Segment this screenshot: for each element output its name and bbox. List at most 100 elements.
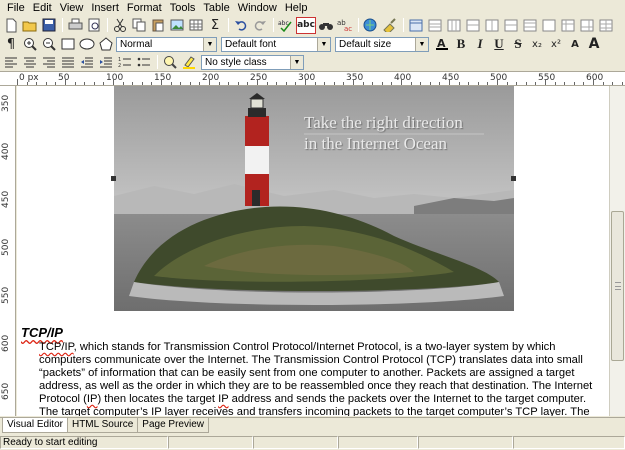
paragraph-style-select[interactable]: Normal ▼ <box>116 36 217 52</box>
ruler-tick <box>381 82 383 85</box>
ruler-tick <box>247 82 249 85</box>
ruler-tick <box>324 82 326 85</box>
menu-window[interactable]: Window <box>234 1 281 15</box>
tab-page-preview[interactable]: Page Preview <box>137 418 209 433</box>
show-paragraph-marks-icon[interactable]: ¶ <box>2 36 20 53</box>
find-replace-icon[interactable] <box>161 54 179 71</box>
find-icon[interactable] <box>317 17 335 34</box>
ruler-label: 550 <box>1 286 11 304</box>
merge-cells-icon[interactable] <box>502 17 520 34</box>
indent-icon[interactable] <box>97 54 115 71</box>
menu-help[interactable]: Help <box>281 1 312 15</box>
tab-html-source[interactable]: HTML Source <box>66 418 139 433</box>
numbered-list-icon[interactable]: 12 <box>116 54 134 71</box>
delete-column-icon[interactable] <box>483 17 501 34</box>
save-icon[interactable] <box>40 17 58 34</box>
misspelled-word[interactable]: IP <box>151 406 161 416</box>
undo-icon[interactable] <box>232 17 250 34</box>
chevron-down-icon[interactable]: ▼ <box>290 55 303 69</box>
highlight-icon[interactable] <box>180 54 198 71</box>
horizontal-ruler: 0 px 50 100 150 200 250 300 350 400 450 500 550 600… <box>0 71 625 86</box>
align-left-icon[interactable] <box>2 54 20 71</box>
scrollbar-thumb[interactable] <box>611 211 624 361</box>
menu-tools[interactable]: Tools <box>166 1 200 15</box>
style-class-select[interactable]: No style class ▼ <box>201 54 304 70</box>
decrease-font-button[interactable]: A <box>566 36 584 53</box>
spell-check-as-you-type-icon[interactable]: abc <box>296 16 316 34</box>
editor-canvas[interactable]: Take the right direction in the Internet… <box>17 86 609 416</box>
subscript-button[interactable]: x₂ <box>528 36 546 53</box>
open-folder-icon[interactable] <box>21 17 39 34</box>
misspelled-word[interactable]: TCP/IP <box>39 341 74 353</box>
ruler-tick <box>285 82 287 85</box>
increase-font-button[interactable]: A <box>585 36 603 53</box>
delete-row-icon[interactable] <box>464 17 482 34</box>
status-text: Ready to start editing <box>0 436 168 449</box>
paragraph[interactable]: TCP/IP, which stands for Transmission Co… <box>39 341 605 416</box>
spell-check-icon[interactable]: abc <box>277 17 295 34</box>
cleanup-icon[interactable] <box>381 17 399 34</box>
outdent-icon[interactable] <box>78 54 96 71</box>
insert-image-icon[interactable] <box>168 17 186 34</box>
print-icon[interactable] <box>66 17 84 34</box>
ellipse-shape-icon[interactable] <box>78 36 96 53</box>
italic-button[interactable]: I <box>471 36 489 53</box>
menu-edit[interactable]: Edit <box>29 1 56 15</box>
menu-table[interactable]: Table <box>199 1 233 15</box>
image-resize-handle-right[interactable] <box>511 176 516 181</box>
bold-button[interactable]: B <box>452 36 470 53</box>
replace-icon[interactable]: ab ac <box>336 17 354 34</box>
insert-table-icon[interactable] <box>187 17 205 34</box>
lighthouse-banner-image[interactable]: Take the right direction in the Internet… <box>114 86 514 311</box>
menu-format[interactable]: Format <box>123 1 166 15</box>
new-document-icon[interactable] <box>2 17 20 34</box>
cell-properties-icon[interactable] <box>578 17 596 34</box>
print-preview-icon[interactable] <box>85 17 103 34</box>
table-borders-icon[interactable] <box>597 17 615 34</box>
split-cell-icon[interactable] <box>521 17 539 34</box>
copy-icon[interactable] <box>130 17 148 34</box>
align-center-icon[interactable] <box>21 54 39 71</box>
align-right-icon[interactable] <box>40 54 58 71</box>
insert-link-icon[interactable] <box>362 17 380 34</box>
menu-insert[interactable]: Insert <box>87 1 123 15</box>
banner-caption-line-1: Take the right direction <box>304 113 463 132</box>
ruler-tick <box>74 82 76 85</box>
table-properties-icon[interactable] <box>407 17 425 34</box>
insert-cell-icon[interactable] <box>540 17 558 34</box>
misspelled-word[interactable]: IP <box>218 393 228 405</box>
tab-visual-editor[interactable]: Visual Editor <box>2 418 68 433</box>
redo-icon[interactable] <box>251 17 269 34</box>
paste-icon[interactable] <box>149 17 167 34</box>
chevron-down-icon[interactable]: ▼ <box>203 37 216 51</box>
chevron-down-icon[interactable]: ▼ <box>415 37 428 51</box>
bulleted-list-icon[interactable] <box>135 54 153 71</box>
ruler-tick <box>266 82 268 85</box>
strikethrough-button[interactable]: S <box>509 36 527 53</box>
vertical-scrollbar[interactable] <box>609 86 625 416</box>
polygon-shape-icon[interactable] <box>97 36 115 53</box>
ruler-label: 600 <box>586 73 604 83</box>
ruler-tick <box>477 82 479 85</box>
text-color-icon[interactable]: A <box>433 36 451 53</box>
underline-button[interactable]: U <box>490 36 508 53</box>
insert-column-icon[interactable] <box>445 17 463 34</box>
font-size-select[interactable]: Default size ▼ <box>335 36 429 52</box>
delete-cell-icon[interactable] <box>559 17 577 34</box>
justify-icon[interactable] <box>59 54 77 71</box>
ruler-tick <box>545 79 546 85</box>
zoom-out-icon[interactable] <box>40 36 58 53</box>
misspelled-word[interactable]: IP <box>87 393 98 405</box>
superscript-button[interactable]: x² <box>547 36 565 53</box>
rectangle-shape-icon[interactable] <box>59 36 77 53</box>
image-resize-handle-left[interactable] <box>111 176 116 181</box>
menu-file[interactable]: File <box>3 1 29 15</box>
cut-icon[interactable] <box>111 17 129 34</box>
insert-row-icon[interactable] <box>426 17 444 34</box>
zoom-in-icon[interactable] <box>21 36 39 53</box>
sigma-icon[interactable]: Σ <box>206 17 224 34</box>
toolbar-separator <box>62 18 63 32</box>
font-family-select[interactable]: Default font ▼ <box>221 36 331 52</box>
chevron-down-icon[interactable]: ▼ <box>317 37 330 51</box>
menu-view[interactable]: View <box>56 1 88 15</box>
